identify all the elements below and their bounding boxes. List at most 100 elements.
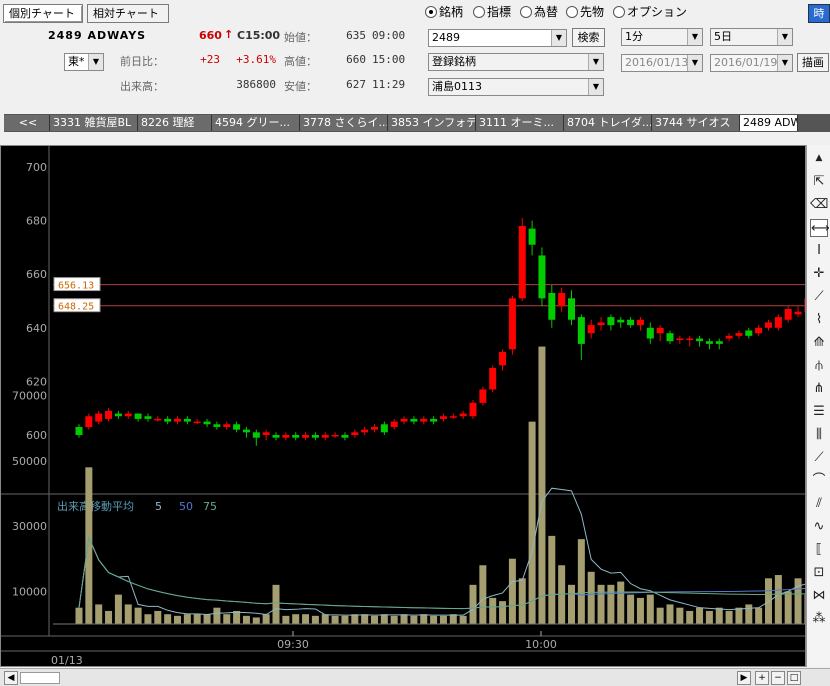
- radio-fx[interactable]: 為替: [520, 4, 558, 20]
- scroll-up-icon[interactable]: ▲: [810, 149, 828, 167]
- volume-bar: [784, 591, 792, 624]
- volume-bar: [548, 535, 556, 624]
- pitchfork-icon[interactable]: ⫛: [810, 357, 828, 375]
- speedline-icon[interactable]: ⫽: [810, 495, 828, 513]
- candle-body: [331, 435, 339, 437]
- reset-zoom-icon[interactable]: □: [787, 671, 801, 685]
- cross-icon[interactable]: ✛: [810, 265, 828, 283]
- radio-fx-label: 為替: [534, 5, 559, 19]
- candle-body: [85, 416, 93, 427]
- zigzag-icon[interactable]: ⋈: [810, 587, 828, 605]
- candle-body: [636, 319, 644, 326]
- horizontal-scrollbar[interactable]: ◀ ▶ + − □: [0, 668, 830, 686]
- volume-bar: [114, 594, 122, 624]
- candle-body: [203, 421, 211, 425]
- candlestick-chart[interactable]: 700 680 660 640 620 600 656.13 648.25 出来高移動平均 5 50…: [0, 145, 830, 667]
- symbol-input[interactable]: 2489 ▼: [428, 29, 567, 47]
- candle-body: [124, 413, 132, 417]
- zoom-out-icon[interactable]: −: [771, 671, 785, 685]
- stock-tab[interactable]: 3778 さくらイ...: [300, 115, 388, 131]
- volume-bar: [420, 614, 428, 624]
- bracket-icon[interactable]: ⟦: [810, 541, 828, 559]
- volume-bar: [508, 558, 516, 624]
- volume-bar: [439, 615, 447, 624]
- exchange-value: 東*: [68, 55, 85, 68]
- fib-icon[interactable]: ⌇: [810, 311, 828, 329]
- stock-tab[interactable]: 8704 トレイダ...: [564, 115, 652, 131]
- interval-select[interactable]: 1分 ▼: [621, 28, 703, 46]
- registered-select-value: 登録銘柄: [432, 55, 476, 68]
- stock-tab[interactable]: 3111 オーミ...: [476, 115, 564, 131]
- time-label: 09:30: [277, 638, 309, 651]
- stock-tab[interactable]: 8226 理経: [138, 115, 212, 131]
- stock-tab[interactable]: 2489 ADW: [740, 115, 798, 131]
- search-button[interactable]: 検索: [572, 28, 605, 47]
- stock-tab[interactable]: 3853 インフォテリ: [388, 115, 476, 131]
- exchange-select[interactable]: 東* ▼: [64, 53, 104, 71]
- ray-icon[interactable]: ⟋: [810, 449, 828, 467]
- candle-body: [538, 255, 546, 299]
- volume-panel-title: 出来高移動平均: [57, 499, 134, 513]
- box-icon[interactable]: ⊡: [810, 564, 828, 582]
- channel-icon[interactable]: ☰: [810, 403, 828, 421]
- zoom-in-icon[interactable]: +: [755, 671, 769, 685]
- wave-icon[interactable]: ∿: [810, 518, 828, 536]
- volume-ma-line: [78, 535, 828, 610]
- scroll-right-icon[interactable]: ▶: [737, 671, 751, 685]
- date-label: 01/13: [51, 654, 83, 666]
- registered-select[interactable]: 登録銘柄 ▼: [428, 53, 604, 71]
- candle-body: [755, 327, 763, 334]
- volume-label: 出来高：: [120, 80, 164, 93]
- eraser-icon[interactable]: ⌫: [810, 196, 828, 214]
- pointer-icon[interactable]: ⇱: [810, 173, 828, 191]
- volume-bar: [430, 615, 438, 624]
- hline-icon[interactable]: ⟷: [810, 219, 830, 237]
- volume-bar: [469, 584, 477, 624]
- candle-body: [380, 424, 388, 433]
- change-value: +23: [200, 53, 220, 66]
- scroll-left-icon[interactable]: ◀: [4, 671, 18, 685]
- radio-index[interactable]: 指標: [473, 4, 511, 20]
- candle-body: [282, 435, 290, 438]
- scroll-thumb[interactable]: [20, 672, 60, 684]
- candle-body: [686, 338, 694, 341]
- vline-icon[interactable]: Ⅰ: [810, 242, 828, 260]
- tab-individual-chart[interactable]: 個別チャート: [3, 4, 83, 23]
- gann-icon[interactable]: ⋔: [810, 380, 828, 398]
- tab-scroll-left[interactable]: <<: [4, 115, 50, 131]
- period-select[interactable]: 5日 ▼: [710, 28, 793, 46]
- volume-bar: [656, 607, 664, 624]
- volume-bar: [154, 610, 162, 624]
- arc-icon[interactable]: ⌒: [810, 472, 828, 490]
- volume-bar: [262, 614, 270, 624]
- candle-body: [518, 225, 526, 299]
- trendline-icon[interactable]: ⟋: [810, 288, 828, 306]
- candle-body: [617, 319, 625, 323]
- draw-button[interactable]: 描画: [797, 53, 829, 72]
- volume-bar: [223, 614, 231, 624]
- candle-body: [134, 413, 142, 419]
- chevron-down-icon: ▼: [687, 29, 702, 45]
- date-to-select[interactable]: 2016/01/19 ▼: [710, 54, 793, 72]
- volume-bar: [617, 581, 625, 624]
- candle-body: [321, 435, 329, 438]
- corner-button[interactable]: 時: [808, 4, 830, 23]
- candle-body: [499, 351, 507, 366]
- fan-icon[interactable]: ⟰: [810, 334, 828, 352]
- fib-ext-icon[interactable]: ⁂: [810, 610, 828, 628]
- stock-tab[interactable]: 3744 サイオス: [652, 115, 740, 131]
- candle-body: [715, 341, 723, 344]
- candle-body: [311, 435, 319, 438]
- date-from-select[interactable]: 2016/01/13 ▼: [621, 54, 703, 72]
- stock-tab[interactable]: 4594 グリー...: [212, 115, 300, 131]
- cycle-icon[interactable]: ⫼: [810, 426, 828, 444]
- tab-relative-chart[interactable]: 相対チャート: [87, 4, 169, 23]
- candle-body: [361, 429, 369, 433]
- list-select[interactable]: 浦島0113 ▼: [428, 78, 604, 96]
- volume-bar: [666, 604, 674, 624]
- radio-stock[interactable]: 銘柄: [425, 4, 463, 20]
- volume-bar: [361, 614, 369, 624]
- radio-futures[interactable]: 先物: [566, 4, 604, 20]
- radio-options[interactable]: オプション: [613, 4, 687, 20]
- stock-tab[interactable]: 3331 雑貨屋BL: [50, 115, 138, 131]
